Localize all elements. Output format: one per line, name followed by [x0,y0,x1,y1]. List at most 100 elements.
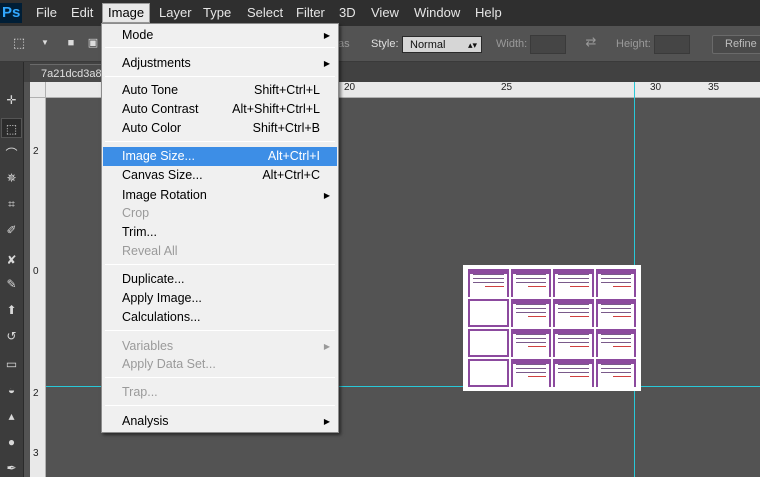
document-card-content [512,364,549,388]
menu-item-duplicate[interactable]: Duplicate... [103,270,337,289]
document-card-content [512,334,549,358]
text-line [600,342,631,343]
crop-tool-icon[interactable]: ⌗ [1,194,22,214]
menu-item-shortcut: Shift+Ctrl+B [252,121,320,135]
menu-item-canvas-size[interactable]: Canvas Size... Alt+Ctrl+C [103,166,337,185]
clone-stamp-tool-icon[interactable]: ⬆ [1,300,22,320]
ruler-vertical[interactable]: 2 0 2 3 [30,98,46,477]
menu-separator [105,47,335,48]
menu-layer[interactable]: Layer [154,4,197,22]
menu-help[interactable]: Help [470,4,507,22]
text-line [558,364,589,365]
brush-tool-icon[interactable]: ✎ [1,274,22,294]
text-line [485,286,504,287]
menu-item-mode[interactable]: Mode ▶ [103,26,337,45]
menu-item-auto-contrast[interactable]: Auto Contrast Alt+Shift+Ctrl+L [103,100,337,119]
document-card [510,359,551,388]
menu-window[interactable]: Window [409,4,465,22]
menu-select[interactable]: Select [242,4,288,22]
document-tab[interactable]: 7a21dcd3a8 [30,64,108,82]
swap-arrows-icon[interactable]: ⇄ [584,35,598,49]
menu-item-auto-color[interactable]: Auto Color Shift+Ctrl+B [103,119,337,138]
text-line [515,278,546,279]
menu-item-label: Apply Data Set... [122,357,216,371]
document-card-content [597,364,634,388]
menu-filter[interactable]: Filter [291,4,330,22]
menu-separator [105,141,335,142]
text-line [600,334,631,335]
chevron-down-icon[interactable]: ▼ [38,36,52,50]
healing-brush-tool-icon[interactable]: ✘ [1,250,22,270]
text-line [515,338,546,339]
menu-item-label: Adjustments [122,56,191,70]
magic-wand-tool-icon[interactable]: ✵ [1,168,22,188]
document-card-content [470,301,507,325]
menu-item-auto-tone[interactable]: Auto Tone Shift+Ctrl+L [103,81,337,100]
paint-bucket-tool-icon[interactable]: ◒ [1,380,22,400]
lasso-tool-icon[interactable]: ⌒ [1,144,22,164]
image-menu-dropdown: Mode ▶ Adjustments ▶ Auto Tone Shift+Ctr… [101,23,339,433]
eyedropper-tool-icon[interactable]: ✐ [1,220,22,240]
text-line [570,376,589,377]
menu-separator [105,330,335,331]
document-card [468,299,509,327]
text-line [612,376,631,377]
document-card [595,269,636,298]
marquee-tool-icon[interactable]: ⬚ [1,118,22,138]
height-label: Height: [616,38,651,50]
menu-item-image-size[interactable]: Image Size... Alt+Ctrl+I [103,147,337,166]
menu-item-image-rotation[interactable]: Image Rotation ▶ [103,186,337,205]
height-field[interactable] [654,35,690,54]
add-selection-icon[interactable]: ▣ [86,36,100,50]
document-card [468,269,509,298]
text-line [600,364,631,365]
document-card [595,359,636,388]
dodge-tool-icon[interactable]: ● [1,432,22,452]
menu-separator [105,377,335,378]
eraser-tool-icon[interactable]: ▭ [1,354,22,374]
menu-type[interactable]: Type [198,4,236,22]
menu-item-adjustments[interactable]: Adjustments ▶ [103,54,337,73]
new-selection-icon[interactable]: ■ [64,36,78,50]
menu-view[interactable]: View [366,4,404,22]
menu-3d[interactable]: 3D [334,4,361,22]
pen-tool-icon[interactable]: ✒ [1,458,22,477]
menu-item-trim[interactable]: Trim... [103,223,337,242]
menu-item-label: Reveal All [122,244,178,258]
document-card [468,329,509,357]
move-tool-icon[interactable]: ✛ [1,90,22,110]
submenu-arrow-icon: ▶ [323,191,330,200]
document-image[interactable] [463,265,641,391]
refine-edge-button[interactable]: Refine E [712,35,760,54]
menu-item-label: Trim... [122,225,157,239]
text-line [515,282,546,283]
history-brush-tool-icon[interactable]: ↺ [1,326,22,346]
style-select[interactable]: Normal ▴▾ [402,36,482,53]
blur-tool-icon[interactable]: ▴ [1,406,22,426]
menu-file[interactable]: File [31,4,62,22]
ruler-tick-label: 20 [344,82,356,93]
text-line [558,274,589,275]
document-card-content [597,304,634,328]
tools-panel: ✛ ⬚ ⌒ ✵ ⌗ ✐ ✘ ✎ ⬆ ↺ ▭ ◒ ▴ ● ✒ [0,62,24,477]
menu-item-calculations[interactable]: Calculations... [103,308,337,327]
text-line [600,312,631,313]
marquee-options-icon[interactable]: ⬚ [12,36,26,50]
text-line [473,282,504,283]
menu-edit[interactable]: Edit [66,4,98,22]
ruler-origin[interactable] [30,82,46,98]
menu-separator [105,76,335,77]
text-line [600,278,631,279]
menu-item-analysis[interactable]: Analysis ▶ [103,412,337,431]
menu-separator [105,264,335,265]
text-line [515,334,546,335]
menu-item-shortcut: Shift+Ctrl+L [253,83,320,97]
photoshop-window: Ps File Edit Image Layer Type Select Fil… [0,0,760,477]
menu-image[interactable]: Image [102,3,151,23]
menu-item-label: Canvas Size... [122,168,203,182]
updown-caret-icon: ▴▾ [467,40,477,50]
text-line [515,304,546,305]
document-card-content [555,304,592,328]
menu-item-apply-image[interactable]: Apply Image... [103,289,337,308]
width-field[interactable] [530,35,566,54]
